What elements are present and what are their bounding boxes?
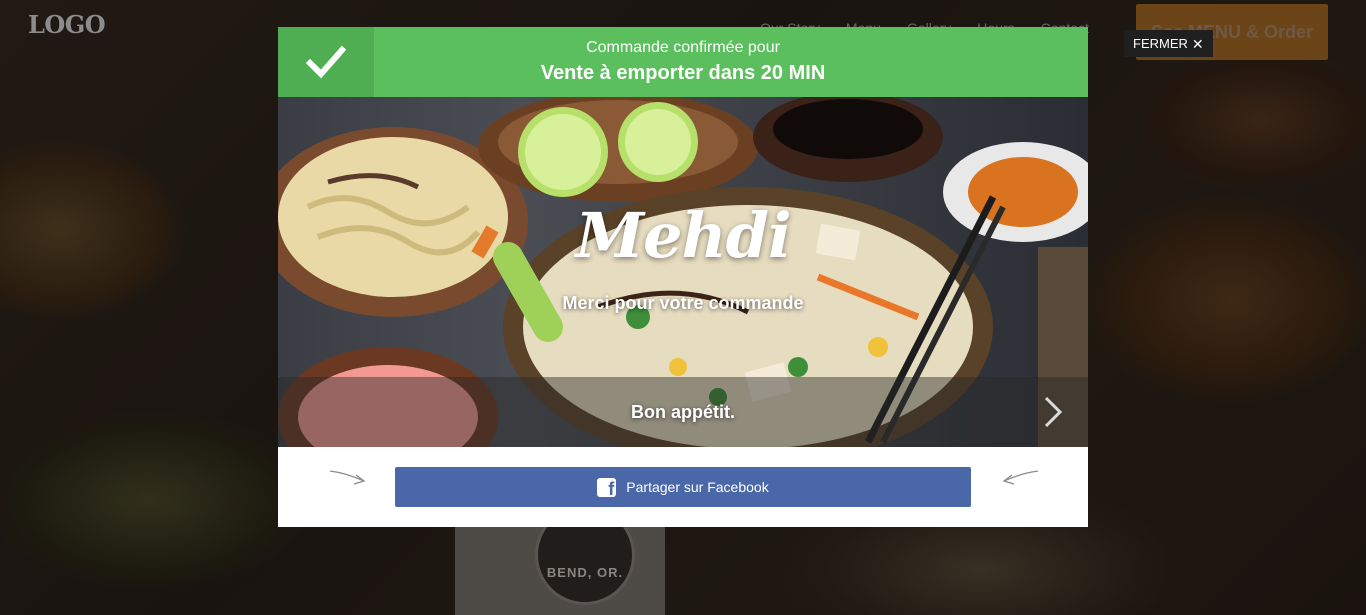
confirmation-subtitle: Commande confirmée pour — [586, 39, 780, 56]
thank-you-message: Merci pour votre commande — [562, 293, 804, 313]
confirmation-title: Vente à emporter dans 20 MIN — [540, 62, 826, 84]
close-label: FERMER — [1133, 36, 1188, 51]
arrow-left-hand-drawn-icon — [1002, 470, 1039, 485]
arrow-right-hand-drawn-icon — [329, 470, 366, 485]
confirmation-header: Commande confirmée pour Vente à emporter… — [278, 27, 1088, 97]
next-slide-button[interactable] — [1018, 377, 1088, 447]
facebook-icon: f — [597, 477, 617, 497]
check-box — [278, 27, 374, 97]
share-facebook-label: Partager sur Facebook — [626, 479, 769, 495]
site-logo: LOGO — [28, 10, 106, 39]
chevron-right-icon — [1044, 396, 1063, 428]
close-icon: ✕ — [1191, 35, 1204, 52]
bon-appetit-message: Bon appétit. — [631, 402, 735, 422]
header-text: Commande confirmée pour Vente à emporter… — [374, 39, 1088, 85]
share-facebook-button[interactable]: f Partager sur Facebook — [395, 467, 971, 507]
share-area: f Partager sur Facebook — [278, 447, 1088, 527]
close-button[interactable]: FERMER ✕ — [1124, 30, 1213, 57]
order-confirmation-modal: Commande confirmée pour Vente à emporter… — [278, 27, 1088, 527]
check-icon — [306, 45, 346, 79]
hero-image: Mehdi Merci pour votre commande Bon appé… — [278, 97, 1088, 447]
customer-name: Mehdi — [575, 199, 791, 272]
